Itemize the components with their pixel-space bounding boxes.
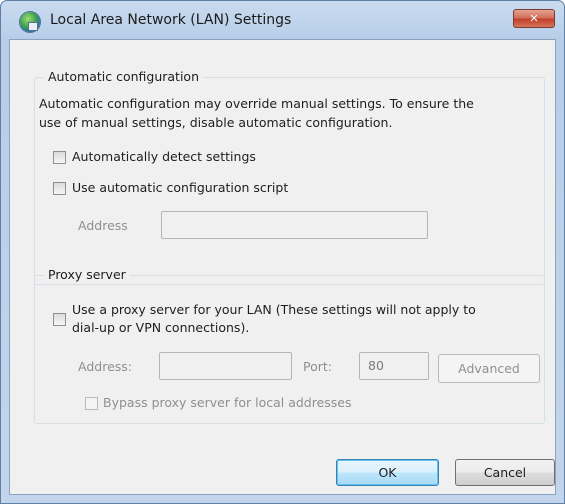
- use-proxy-label-line1[interactable]: Use a proxy server for your LAN (These s…: [72, 302, 476, 317]
- auto-config-description-line1: Automatic configuration may override man…: [39, 96, 474, 111]
- cancel-button[interactable]: Cancel: [455, 459, 555, 486]
- close-icon: ✕: [529, 12, 539, 25]
- proxy-port-input[interactable]: 80: [359, 352, 429, 380]
- ok-button[interactable]: OK: [336, 459, 439, 486]
- close-button[interactable]: ✕: [513, 9, 555, 28]
- title-bar[interactable]: Local Area Network (LAN) Settings ✕: [1, 1, 564, 39]
- script-address-input[interactable]: [161, 211, 428, 239]
- automatically-detect-settings-label[interactable]: Automatically detect settings: [72, 149, 256, 164]
- bypass-local-checkbox[interactable]: [85, 397, 98, 410]
- auto-config-description-line2: use of manual settings, disable automati…: [39, 115, 393, 130]
- automatically-detect-settings-checkbox[interactable]: [53, 151, 66, 164]
- proxy-server-title: Proxy server: [44, 267, 130, 282]
- window-title: Local Area Network (LAN) Settings: [50, 12, 292, 28]
- proxy-port-label: Port:: [303, 359, 332, 374]
- use-configuration-script-label[interactable]: Use automatic configuration script: [72, 180, 288, 195]
- automatic-configuration-title: Automatic configuration: [44, 69, 203, 84]
- lan-settings-dialog: Local Area Network (LAN) Settings ✕ Auto…: [0, 0, 565, 504]
- dialog-body: Automatic configuration Automatic config…: [9, 39, 556, 495]
- advanced-button[interactable]: Advanced: [438, 354, 540, 383]
- use-configuration-script-checkbox[interactable]: [53, 182, 66, 195]
- network-globe-icon: [20, 12, 40, 32]
- proxy-address-label: Address:: [78, 359, 132, 374]
- script-address-label: Address: [78, 218, 128, 233]
- bypass-local-label[interactable]: Bypass proxy server for local addresses: [103, 395, 352, 410]
- use-proxy-checkbox[interactable]: [53, 313, 66, 326]
- use-proxy-label-line2[interactable]: dial-up or VPN connections).: [72, 320, 249, 335]
- proxy-address-input[interactable]: [159, 352, 292, 380]
